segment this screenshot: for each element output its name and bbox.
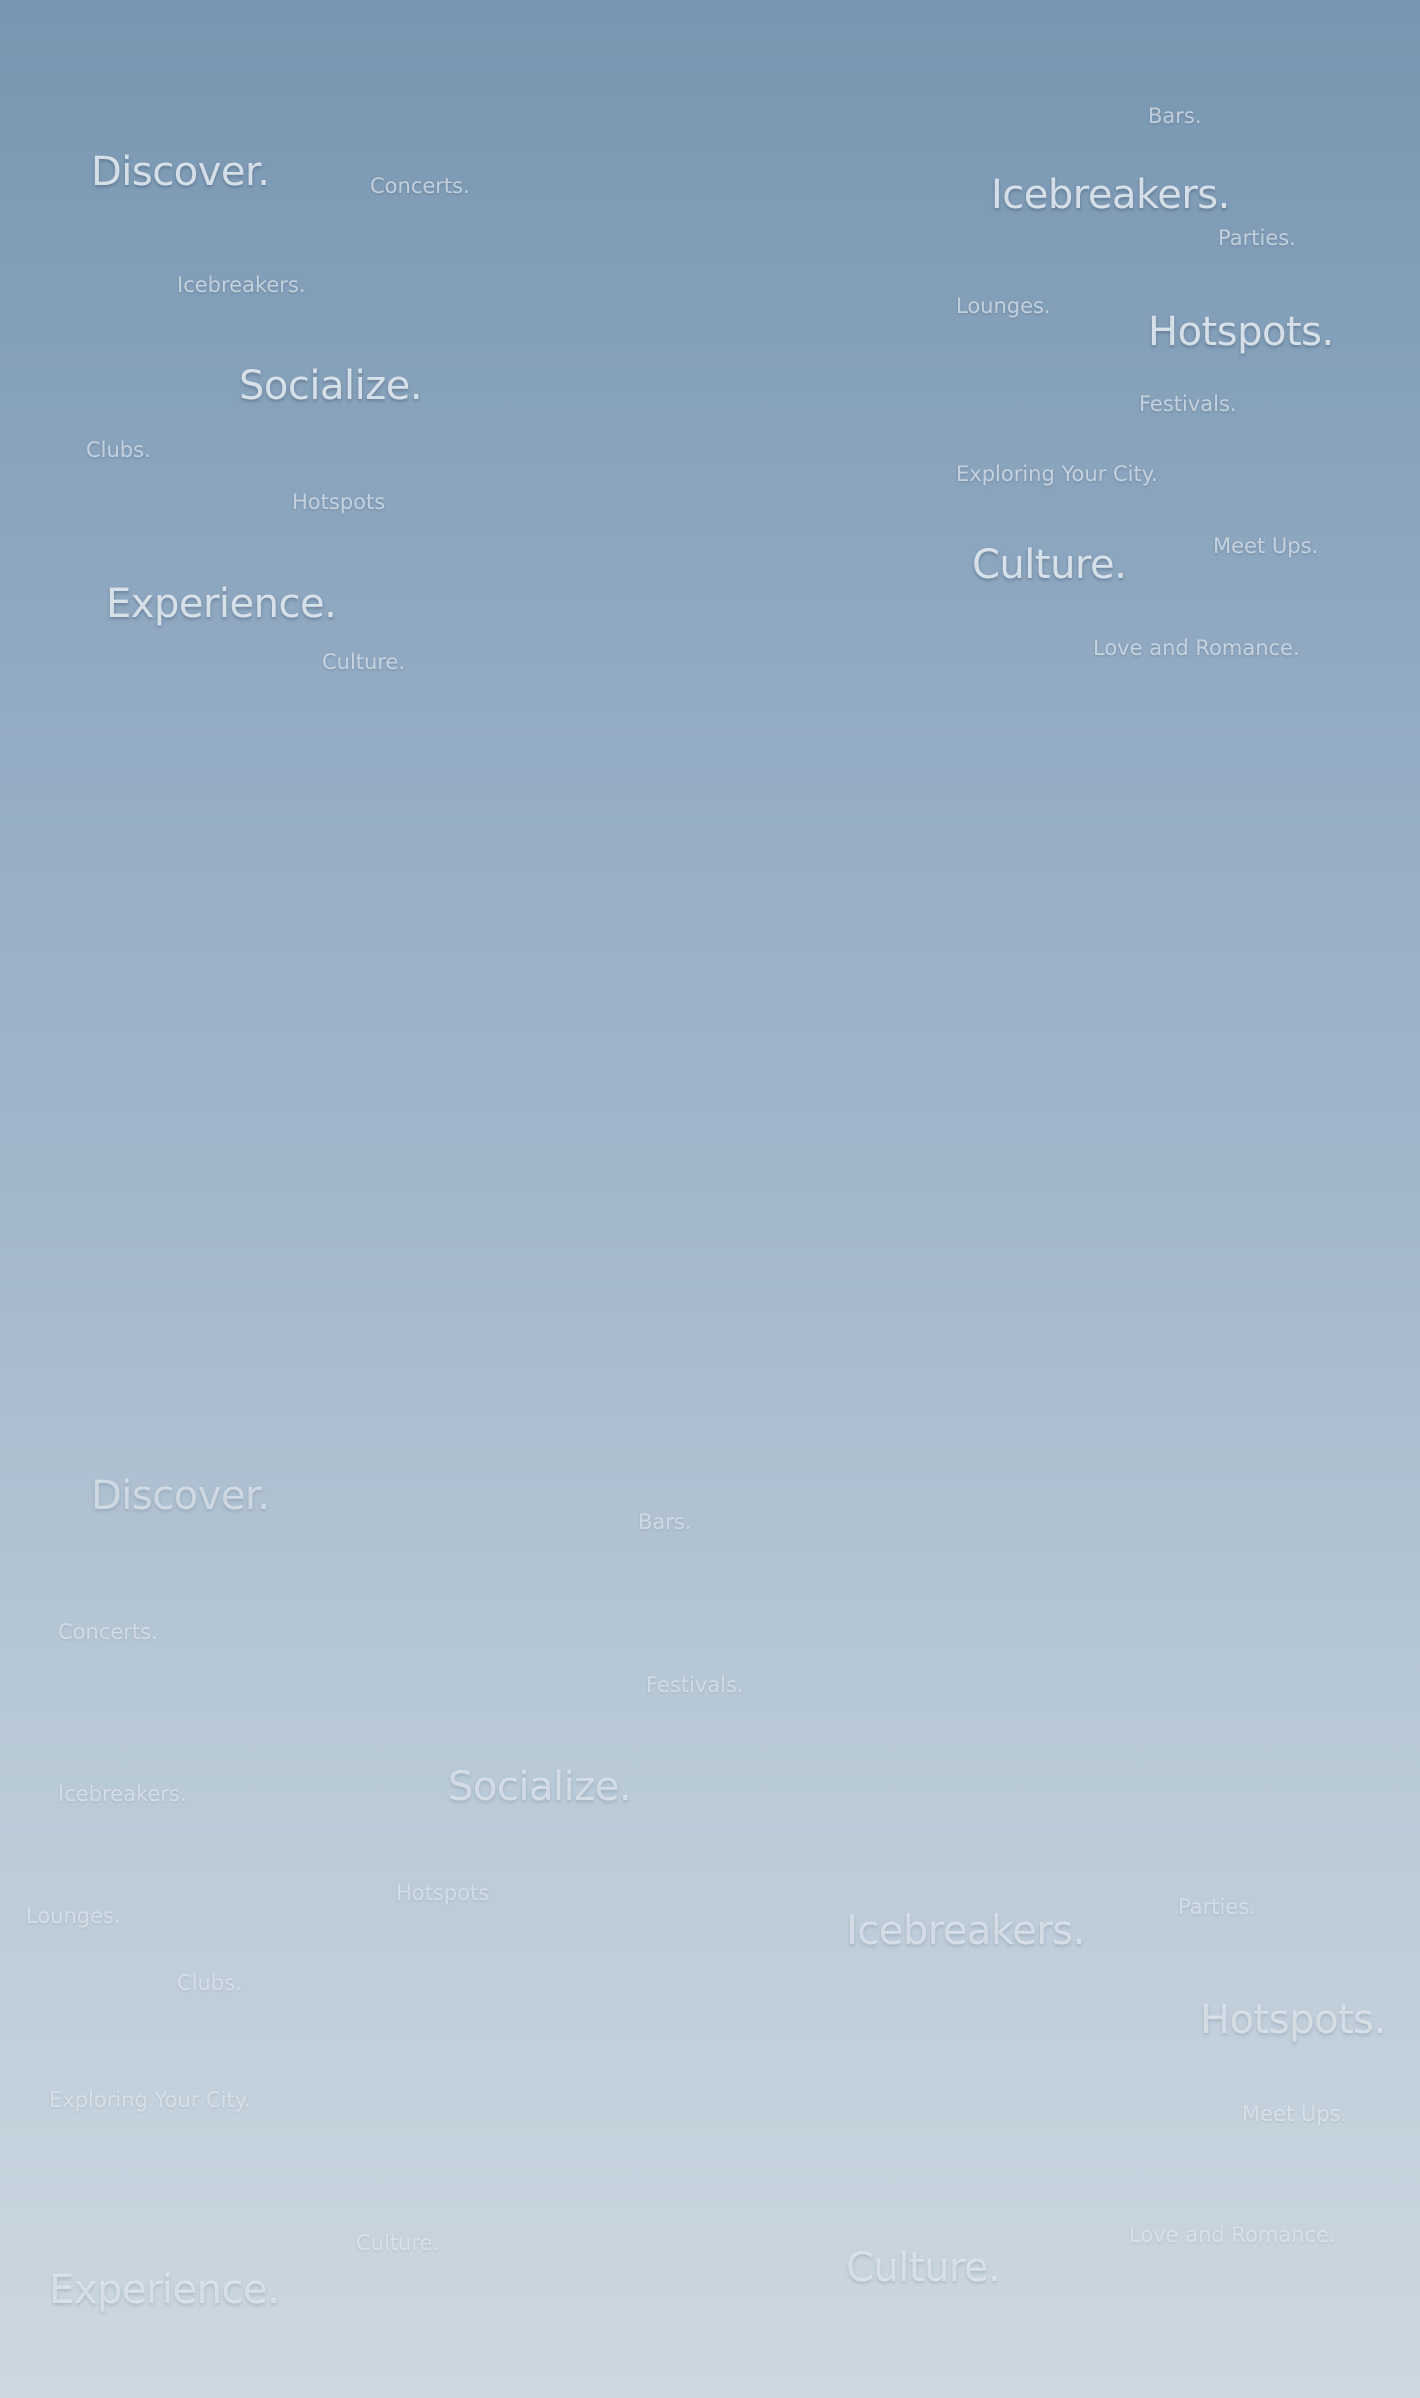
word-parties: Parties. — [1178, 1895, 1256, 1919]
word-concerts: Concerts. — [58, 1620, 158, 1644]
word-hotspots-large: Hotspots. — [1200, 1997, 1386, 2043]
word-exploring-your-city: Exploring Your City. — [49, 2088, 251, 2112]
word-icebreakers: Icebreakers. — [177, 273, 306, 297]
word-clubs: Clubs. — [177, 1971, 242, 1995]
word-bars: Bars. — [1148, 104, 1202, 128]
word-culture: Culture. — [322, 650, 406, 674]
word-clubs: Clubs. — [86, 438, 151, 462]
word-love-and-romance: Love and Romance. — [1129, 2223, 1336, 2247]
word-culture-large: Culture. — [846, 2245, 1001, 2291]
word-bars: Bars. — [638, 1510, 692, 1534]
word-love-and-romance: Love and Romance. — [1093, 636, 1300, 660]
word-hotspots: Hotspots — [292, 490, 386, 514]
word-lounges: Lounges. — [956, 294, 1051, 318]
word-meet-ups: Meet Ups. — [1242, 2102, 1348, 2126]
word-hotspots: Hotspots — [396, 1881, 490, 1905]
word-meet-ups: Meet Ups. — [1213, 534, 1319, 558]
word-experience: Experience. — [49, 2267, 280, 2313]
word-discover: Discover. — [91, 1473, 270, 1519]
word-discover: Discover. — [91, 149, 270, 195]
word-icebreakers-large: Icebreakers. — [991, 172, 1230, 218]
background: Discover. Concerts. Icebreakers. Sociali… — [0, 0, 1420, 2398]
word-socialize: Socialize. — [239, 363, 423, 409]
word-icebreakers: Icebreakers. — [58, 1782, 187, 1806]
word-icebreakers-large: Icebreakers. — [846, 1908, 1085, 1954]
word-parties: Parties. — [1218, 226, 1296, 250]
word-culture-large: Culture. — [972, 542, 1127, 588]
word-culture: Culture. — [356, 2231, 440, 2255]
word-experience: Experience. — [106, 581, 337, 627]
word-hotspots-large: Hotspots. — [1148, 309, 1334, 355]
word-lounges: Lounges. — [26, 1904, 121, 1928]
word-socialize: Socialize. — [448, 1764, 632, 1810]
word-concerts: Concerts. — [370, 174, 470, 198]
word-exploring-your-city: Exploring Your City. — [956, 462, 1158, 486]
word-festivals: Festivals. — [1139, 392, 1237, 416]
word-festivals: Festivals. — [646, 1673, 744, 1697]
